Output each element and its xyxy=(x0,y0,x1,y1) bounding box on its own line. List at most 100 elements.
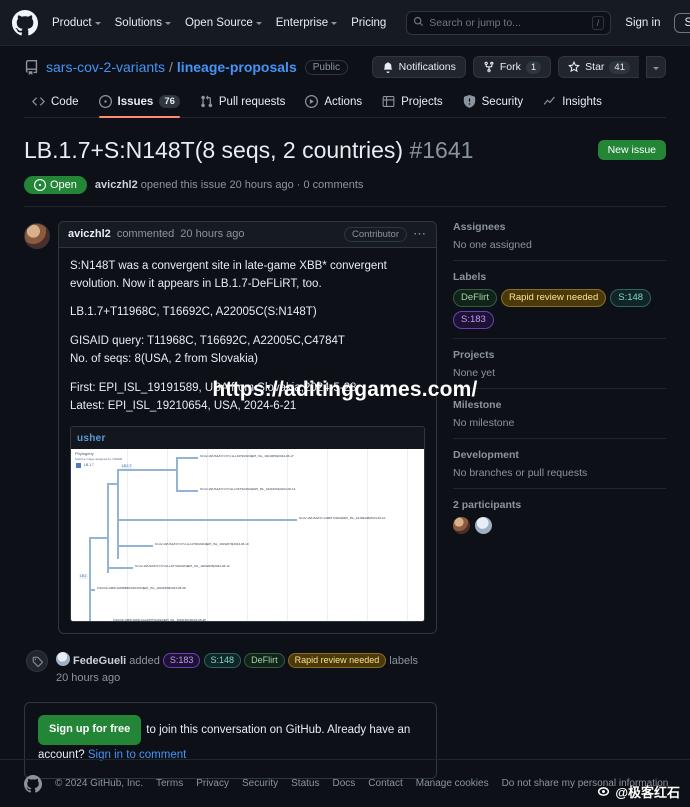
repo-icon xyxy=(24,59,39,75)
footer-link-manage-cookies[interactable]: Manage cookies xyxy=(416,778,489,789)
main-column: aviczhl2 commented 20 hours ago Contribu… xyxy=(24,220,437,779)
comment-author[interactable]: aviczhl2 xyxy=(68,228,111,240)
github-mark-icon[interactable] xyxy=(12,9,38,36)
usher-figure-header: usher xyxy=(71,427,424,450)
tab-actions[interactable]: Actions xyxy=(297,90,370,117)
footer-copyright: © 2024 GitHub, Inc. xyxy=(55,778,143,789)
avatar[interactable] xyxy=(56,652,70,667)
comment-timestamp: 20 hours ago xyxy=(180,228,245,241)
comment-row: aviczhl2 commented 20 hours ago Contribu… xyxy=(24,220,437,635)
timeline-actor[interactable]: FedeGueli xyxy=(73,655,126,667)
avatar[interactable] xyxy=(475,516,492,534)
sign-up-for-free-button[interactable]: Sign up for free xyxy=(38,715,142,746)
tab-security[interactable]: Security xyxy=(455,90,532,117)
legend-swatch xyxy=(76,463,81,469)
tab-issues-count: 76 xyxy=(159,95,180,108)
sidebar-section-milestone: Milestone No milestone xyxy=(453,399,666,439)
nav-label: Open Source xyxy=(184,16,253,29)
issue-opened-prefix: opened this issue xyxy=(140,178,227,191)
nav-label: Product xyxy=(52,16,92,29)
timeline-timestamp: 20 hours ago xyxy=(56,671,121,684)
page-root: Product Solutions Open Source Enterprise… xyxy=(0,0,690,807)
code-icon xyxy=(32,97,45,106)
repo-name-link[interactable]: lineage-proposals xyxy=(177,59,297,75)
footer-link-terms[interactable]: Terms xyxy=(156,778,183,789)
tag-icon xyxy=(26,650,48,673)
issue-header: LB.1.7+S:N148T(8 seqs, 2 countries) #164… xyxy=(0,118,690,207)
star-button[interactable]: Star 41 xyxy=(558,56,639,78)
participants-avatars xyxy=(453,516,666,534)
timeline-label-pill[interactable]: S:183 xyxy=(162,653,201,669)
kebab-horizontal-icon[interactable]: ⋯ xyxy=(413,227,427,240)
label-pill-rapid-review-needed[interactable]: Rapid review needed xyxy=(500,288,607,307)
tab-code[interactable]: Code xyxy=(24,90,87,117)
git-pull-request-icon xyxy=(201,95,213,108)
tree-tip-label: USA/VA-GBW-GR9LAAA2257S/2024|EPI_ISL_191… xyxy=(113,618,206,622)
tab-label: Security xyxy=(481,95,524,108)
footer-link-privacy[interactable]: Privacy xyxy=(196,778,229,789)
nav-item-enterprise[interactable]: Enterprise xyxy=(276,17,338,29)
nav-item-solutions[interactable]: Solutions xyxy=(115,17,171,29)
fork-button[interactable]: Fork 1 xyxy=(472,56,552,78)
footer-link-contact[interactable]: Contact xyxy=(368,778,402,789)
timeline-label-pill[interactable]: Rapid review needed xyxy=(287,653,387,669)
comment-paragraph: First: EPI_ISL_19191589, USA from Slovak… xyxy=(70,381,357,394)
footer-link-security[interactable]: Security xyxy=(242,778,278,789)
sidebar-projects-title[interactable]: Projects xyxy=(453,349,666,361)
label-pill-s148[interactable]: S:148 xyxy=(610,288,652,307)
search-icon xyxy=(413,14,424,32)
avatar[interactable] xyxy=(453,516,470,534)
timeline-label-pill[interactable]: DeFlirt xyxy=(244,653,285,669)
sign-up-button[interactable]: Sign up xyxy=(674,12,690,33)
github-mark-icon[interactable] xyxy=(24,774,42,793)
global-header: Product Solutions Open Source Enterprise… xyxy=(0,0,690,46)
notifications-button[interactable]: Notifications xyxy=(371,56,466,78)
repo-actions: Notifications Fork 1 Star 41 xyxy=(371,56,666,78)
meta-separator: · xyxy=(296,178,301,191)
nav-item-pricing[interactable]: Pricing xyxy=(351,17,386,29)
sidebar-assignees-title[interactable]: Assignees xyxy=(453,221,666,233)
weibo-eye-icon xyxy=(598,787,610,796)
search-input[interactable] xyxy=(429,16,587,29)
tab-projects[interactable]: Projects xyxy=(374,90,451,117)
issue-title-text: LB.1.7+S:N148T(8 seqs, 2 countries) xyxy=(24,137,404,163)
tree-tip-label: hCoV-19/USA/NY-NYU-LH-0700/2024|EPI_ISL_… xyxy=(155,542,249,547)
footer-link-docs[interactable]: Docs xyxy=(332,778,355,789)
fork-count: 1 xyxy=(525,60,542,74)
issue-opened-icon xyxy=(34,178,46,191)
issue-opened-icon xyxy=(98,95,112,108)
repo-owner-link[interactable]: sars-cov-2-variants xyxy=(46,59,165,75)
search-wrapper: / xyxy=(406,10,612,35)
tree-tip-label: hCoV-19/USA/NY-NYULH-1P740/2024|EPI_ISL_… xyxy=(135,564,230,569)
issue-number: #1641 xyxy=(409,137,474,163)
tab-label: Actions xyxy=(324,95,363,108)
tree-tip-label: hCoV-19/USA/NY-NYULH-OFT92/2024|EPI_ISL_… xyxy=(200,487,296,492)
issue-sidebar: Assignees No one assigned Labels DeFlirt… xyxy=(453,221,666,779)
sidebar-labels-title[interactable]: Labels xyxy=(453,271,666,283)
nav-item-product[interactable]: Product xyxy=(52,17,101,29)
new-issue-button[interactable]: New issue xyxy=(597,140,666,160)
sidebar-development-title[interactable]: Development xyxy=(453,449,666,461)
tab-issues[interactable]: Issues 76 xyxy=(91,90,188,118)
weibo-watermark: @极客红石 xyxy=(596,782,680,801)
chevron-down-icon xyxy=(255,22,262,25)
footer-link-status[interactable]: Status xyxy=(291,778,319,789)
chevron-down-icon xyxy=(653,66,659,70)
label-pill-deflirt[interactable]: DeFlirt xyxy=(453,288,497,307)
tab-label: Issues xyxy=(117,95,154,108)
timeline-event: FedeGueli added S:183 S:148 DeFlirt Rapi… xyxy=(24,650,437,686)
star-dropdown-button[interactable] xyxy=(646,56,666,78)
avatar[interactable] xyxy=(24,222,50,249)
sidebar-milestone-title[interactable]: Milestone xyxy=(453,399,666,411)
search-box[interactable]: / xyxy=(406,10,612,35)
label-pill-s183[interactable]: S:183 xyxy=(453,310,494,329)
comment-paragraph: S:N148T was a convergent site in late-ga… xyxy=(70,259,387,290)
sign-in-link[interactable]: Sign in xyxy=(625,17,660,29)
tab-pull-requests[interactable]: Pull requests xyxy=(192,90,293,117)
weibo-handle: @极客红石 xyxy=(615,785,680,800)
tab-insights[interactable]: Insights xyxy=(535,90,610,117)
nav-item-open-source[interactable]: Open Source xyxy=(185,17,262,29)
usher-figure[interactable]: usher Phylogeny Subtree image assigned b… xyxy=(70,426,425,623)
issue-author[interactable]: aviczhl2 xyxy=(95,179,138,191)
timeline-label-pill[interactable]: S:148 xyxy=(203,653,242,669)
